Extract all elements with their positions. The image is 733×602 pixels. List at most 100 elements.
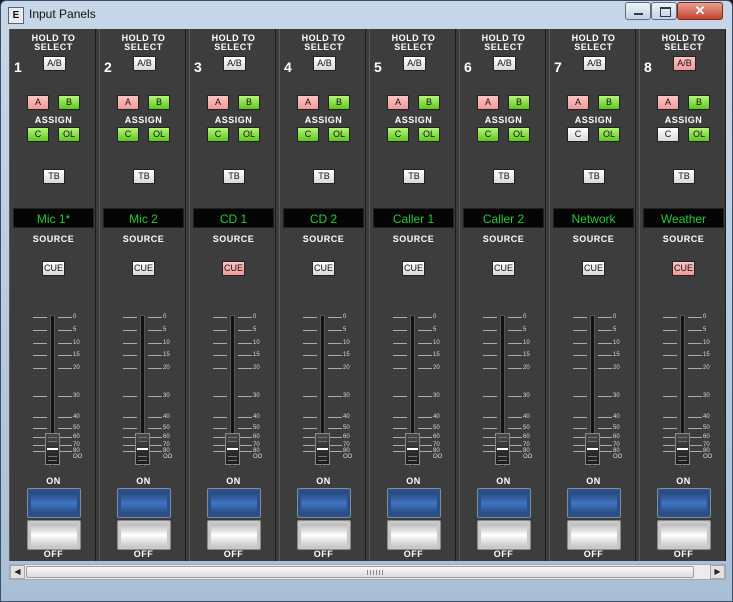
assign-ol-button[interactable]: OL — [238, 127, 260, 142]
ab-select-button[interactable]: A/B — [403, 56, 426, 71]
assign-a-button[interactable]: A — [567, 95, 589, 110]
on-button[interactable] — [567, 488, 621, 518]
cue-button[interactable]: CUE — [222, 261, 245, 276]
on-button[interactable] — [297, 488, 351, 518]
ab-select-button[interactable]: A/B — [43, 56, 66, 71]
assign-b-button[interactable]: B — [148, 95, 170, 110]
on-button[interactable] — [387, 488, 441, 518]
source-display[interactable]: Mic 1* — [13, 208, 94, 228]
on-button[interactable] — [117, 488, 171, 518]
maximize-button[interactable] — [651, 2, 677, 20]
minimize-button[interactable] — [625, 2, 651, 20]
source-display[interactable]: Mic 2 — [103, 208, 184, 228]
source-display[interactable]: CD 2 — [283, 208, 364, 228]
cue-button[interactable]: CUE — [582, 261, 605, 276]
assign-a-button[interactable]: A — [477, 95, 499, 110]
talkback-button[interactable]: TB — [313, 169, 335, 184]
assign-c-button[interactable]: C — [117, 127, 139, 142]
assign-c-button[interactable]: C — [207, 127, 229, 142]
fader-handle[interactable] — [315, 433, 330, 465]
fader-handle[interactable] — [405, 433, 420, 465]
assign-a-button[interactable]: A — [657, 95, 679, 110]
off-button[interactable] — [27, 520, 81, 550]
talkback-button[interactable]: TB — [403, 169, 425, 184]
source-display[interactable]: Network — [553, 208, 634, 228]
talkback-button[interactable]: TB — [133, 169, 155, 184]
ab-select-button[interactable]: A/B — [223, 56, 246, 71]
talkback-button[interactable]: TB — [223, 169, 245, 184]
fader-tick — [33, 396, 47, 397]
assign-b-button[interactable]: B — [328, 95, 350, 110]
assign-a-button[interactable]: A — [207, 95, 229, 110]
fader-handle[interactable] — [675, 433, 690, 465]
off-button[interactable] — [567, 520, 621, 550]
talkback-button[interactable]: TB — [43, 169, 65, 184]
fader-handle[interactable] — [45, 433, 60, 465]
assign-c-button[interactable]: C — [477, 127, 499, 142]
assign-ol-button[interactable]: OL — [58, 127, 80, 142]
ab-select-button[interactable]: A/B — [133, 56, 156, 71]
source-display[interactable]: Caller 1 — [373, 208, 454, 228]
on-button[interactable] — [27, 488, 81, 518]
off-button[interactable] — [297, 520, 351, 550]
channel-strip-5: HOLD TO SELECT 5 A/B A B ASSIGN C OL TB Caller 1 SO… — [369, 29, 456, 561]
scroll-right-arrow-icon[interactable]: ▶ — [710, 565, 725, 579]
assign-a-button[interactable]: A — [297, 95, 319, 110]
cue-button[interactable]: CUE — [312, 261, 335, 276]
assign-ol-button[interactable]: OL — [598, 127, 620, 142]
talkback-button[interactable]: TB — [493, 169, 515, 184]
talkback-button[interactable]: TB — [583, 169, 605, 184]
ab-select-button[interactable]: A/B — [673, 56, 696, 71]
off-button[interactable] — [477, 520, 531, 550]
on-button[interactable] — [657, 488, 711, 518]
off-button[interactable] — [207, 520, 261, 550]
off-button[interactable] — [387, 520, 441, 550]
assign-c-button[interactable]: C — [27, 127, 49, 142]
assign-c-button[interactable]: C — [567, 127, 589, 142]
source-display[interactable]: Weather — [643, 208, 724, 228]
assign-b-button[interactable]: B — [58, 95, 80, 110]
on-button[interactable] — [477, 488, 531, 518]
scroll-left-arrow-icon[interactable]: ◀ — [10, 565, 25, 579]
cue-button[interactable]: CUE — [672, 261, 695, 276]
cue-button[interactable]: CUE — [132, 261, 155, 276]
assign-ol-button[interactable]: OL — [418, 127, 440, 142]
assign-b-button[interactable]: B — [238, 95, 260, 110]
assign-b-button[interactable]: B — [418, 95, 440, 110]
ab-select-button[interactable]: A/B — [313, 56, 336, 71]
scroll-thumb[interactable] — [26, 566, 694, 578]
on-button[interactable] — [207, 488, 261, 518]
assign-a-button[interactable]: A — [117, 95, 139, 110]
source-display[interactable]: Caller 2 — [463, 208, 544, 228]
fader-tick — [213, 355, 227, 356]
close-button[interactable]: ✕ — [677, 2, 723, 20]
off-button[interactable] — [657, 520, 711, 550]
horizontal-scrollbar[interactable]: ◀ ▶ — [9, 564, 726, 580]
assign-ol-button[interactable]: OL — [688, 127, 710, 142]
source-display[interactable]: CD 1 — [193, 208, 274, 228]
assign-ol-button[interactable]: OL — [508, 127, 530, 142]
assign-ol-button[interactable]: OL — [328, 127, 350, 142]
fader-handle[interactable] — [495, 433, 510, 465]
fader-handle[interactable] — [585, 433, 600, 465]
cue-button[interactable]: CUE — [402, 261, 425, 276]
assign-c-button[interactable]: C — [657, 127, 679, 142]
assign-b-button[interactable]: B — [508, 95, 530, 110]
fader-handle[interactable] — [135, 433, 150, 465]
ab-select-button[interactable]: A/B — [493, 56, 516, 71]
assign-b-button[interactable]: B — [598, 95, 620, 110]
ab-select-button[interactable]: A/B — [583, 56, 606, 71]
fader-scale-tail-label: OO — [163, 454, 173, 460]
cue-button[interactable]: CUE — [492, 261, 515, 276]
title-bar[interactable]: E Input Panels ✕ — [1, 1, 732, 29]
off-button[interactable] — [117, 520, 171, 550]
assign-a-button[interactable]: A — [387, 95, 409, 110]
assign-a-button[interactable]: A — [27, 95, 49, 110]
assign-ol-button[interactable]: OL — [148, 127, 170, 142]
cue-button[interactable]: CUE — [42, 261, 65, 276]
assign-c-button[interactable]: C — [297, 127, 319, 142]
assign-b-button[interactable]: B — [688, 95, 710, 110]
talkback-button[interactable]: TB — [673, 169, 695, 184]
assign-c-button[interactable]: C — [387, 127, 409, 142]
fader-handle[interactable] — [225, 433, 240, 465]
